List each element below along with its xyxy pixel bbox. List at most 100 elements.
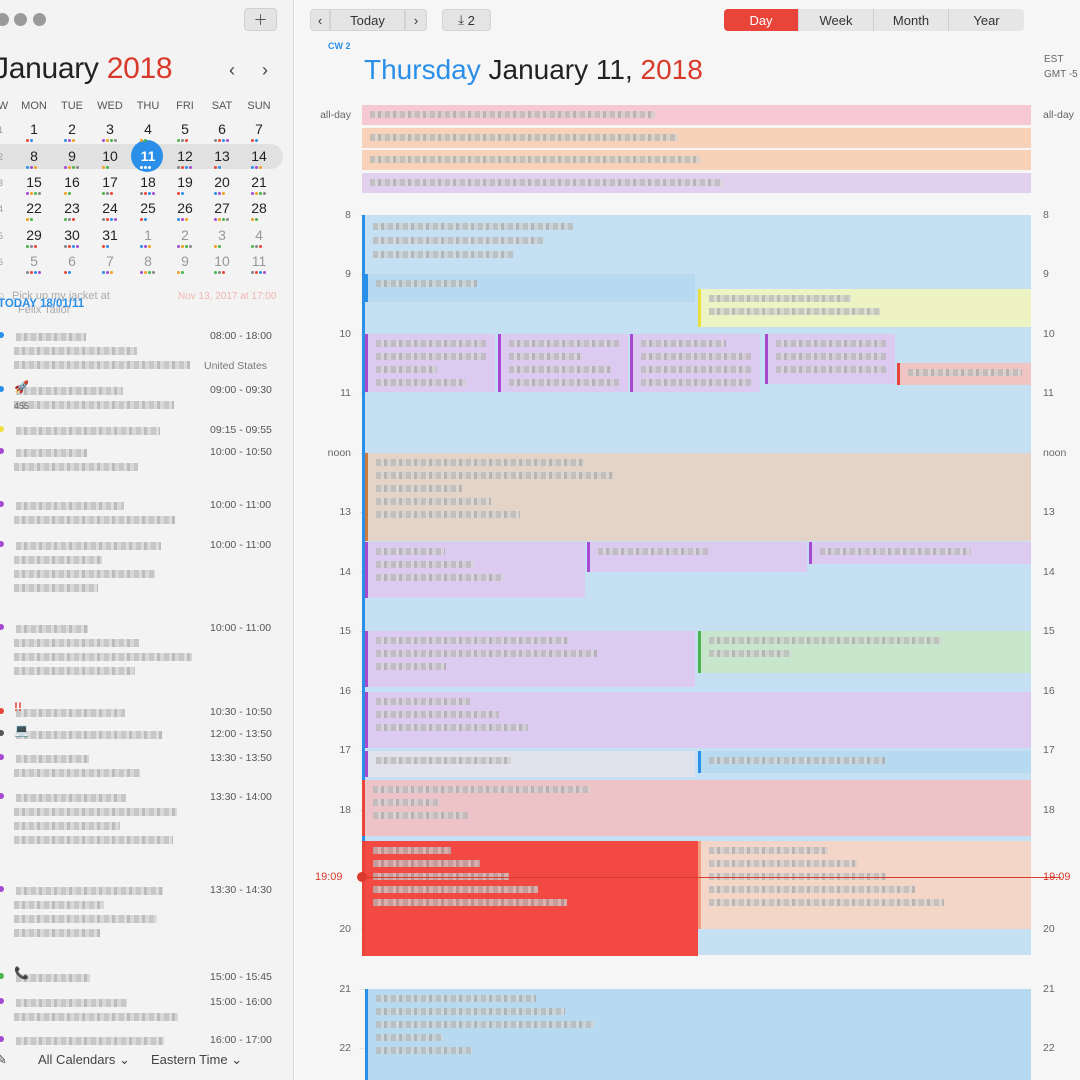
day-cell[interactable]: 17: [91, 174, 129, 190]
today-button[interactable]: Today: [330, 9, 405, 31]
day-cell[interactable]: 10: [91, 148, 129, 164]
day-cell[interactable]: 4: [240, 227, 278, 243]
calendars-filter-menu[interactable]: All Calendars ⌄: [38, 1052, 130, 1068]
calendar-event[interactable]: [498, 334, 628, 392]
day-cell[interactable]: 8: [129, 253, 167, 269]
minimize-window-button[interactable]: [14, 13, 27, 26]
day-cell[interactable]: 20: [203, 174, 241, 190]
day-cell[interactable]: 3: [203, 227, 241, 243]
calendar-event[interactable]: [698, 631, 1031, 673]
view-tab-month[interactable]: Month: [874, 9, 949, 31]
calendar-event[interactable]: [698, 751, 1031, 773]
inbox-button[interactable]: ⤓ 2: [442, 9, 491, 31]
calendar-event[interactable]: [809, 542, 1031, 564]
day-cell[interactable]: 15: [15, 174, 53, 190]
blurred-event-text: [16, 1037, 164, 1045]
blurred-event-text: [16, 387, 123, 395]
day-cell[interactable]: 29: [15, 227, 53, 243]
zoom-window-button[interactable]: [33, 13, 46, 26]
weekday-header: SUN: [247, 100, 271, 112]
calendar-event[interactable]: [365, 631, 695, 687]
calendar-event[interactable]: [365, 453, 1031, 541]
day-cell[interactable]: 1: [129, 227, 167, 243]
previous-day-button[interactable]: ‹: [310, 9, 330, 31]
calendar-event[interactable]: [698, 289, 1031, 327]
day-cell[interactable]: 4: [129, 121, 167, 137]
day-cell[interactable]: 30: [53, 227, 91, 243]
mini-calendar-title: January 2018: [0, 52, 173, 86]
event-time: 09:15 - 09:55: [210, 424, 272, 436]
day-cell[interactable]: 28: [240, 200, 278, 216]
day-cell[interactable]: 1: [15, 121, 53, 137]
next-month-button[interactable]: ›: [262, 60, 268, 81]
previous-month-button[interactable]: ‹: [229, 60, 235, 81]
hour-label: 11: [340, 387, 351, 399]
day-cell[interactable]: 24: [91, 200, 129, 216]
day-cell[interactable]: 27: [203, 200, 241, 216]
all-day-event[interactable]: [362, 150, 1031, 170]
day-cell[interactable]: 3: [91, 121, 129, 137]
calendar-event[interactable]: [698, 841, 1031, 929]
day-cell[interactable]: 21: [240, 174, 278, 190]
timezone-menu[interactable]: Eastern Time ⌄: [151, 1052, 242, 1068]
calendar-week-label: CW 2: [328, 41, 351, 51]
event-dots: [64, 271, 71, 274]
day-cell[interactable]: 10: [203, 253, 241, 269]
day-cell[interactable]: 6: [53, 253, 91, 269]
calendar-event[interactable]: [365, 989, 1031, 1080]
day-cell[interactable]: 5: [15, 253, 53, 269]
day-cell[interactable]: 13: [203, 148, 241, 164]
calendar-event[interactable]: [365, 751, 695, 777]
add-event-button[interactable]: ＋: [244, 8, 277, 31]
calendar-event[interactable]: [362, 841, 698, 956]
timezone-indicator[interactable]: EST GMT -5: [1044, 52, 1078, 82]
all-day-event[interactable]: [362, 128, 1031, 148]
all-day-event[interactable]: [362, 105, 1031, 125]
day-cell[interactable]: 23: [53, 200, 91, 216]
day-cell[interactable]: 9: [53, 148, 91, 164]
day-cell[interactable]: 11: [240, 253, 278, 269]
day-cell[interactable]: 26: [166, 200, 204, 216]
day-cell[interactable]: 11: [129, 148, 167, 164]
view-tab-day[interactable]: Day: [724, 9, 799, 31]
day-cell[interactable]: 6: [203, 121, 241, 137]
calendar-event[interactable]: [365, 334, 495, 392]
all-day-event[interactable]: [362, 173, 1031, 193]
event-dots: [64, 218, 75, 221]
calendar-event[interactable]: [587, 542, 807, 572]
day-cell[interactable]: 22: [15, 200, 53, 216]
compose-icon[interactable]: ✎: [0, 1052, 7, 1068]
calendar-event[interactable]: [365, 542, 585, 598]
day-cell[interactable]: 16: [53, 174, 91, 190]
blurred-event-text: [509, 353, 582, 360]
calendar-event[interactable]: [630, 334, 760, 392]
day-cell[interactable]: 2: [53, 121, 91, 137]
calendar-event[interactable]: [362, 780, 1031, 836]
day-cell[interactable]: 25: [129, 200, 167, 216]
view-tab-week[interactable]: Week: [799, 9, 874, 31]
calendar-event[interactable]: [365, 274, 695, 302]
calendar-event[interactable]: [765, 334, 895, 384]
day-title-weekday: Thursday: [364, 54, 481, 85]
day-cell[interactable]: 18: [129, 174, 167, 190]
calendar-event[interactable]: [897, 363, 1031, 385]
day-cell[interactable]: 31: [91, 227, 129, 243]
event-time: 13:30 - 13:50: [210, 752, 272, 764]
next-day-button[interactable]: ›: [405, 9, 427, 31]
day-cell[interactable]: 2: [166, 227, 204, 243]
day-cell[interactable]: 14: [240, 148, 278, 164]
day-cell[interactable]: 9: [166, 253, 204, 269]
day-cell[interactable]: 8: [15, 148, 53, 164]
day-cell[interactable]: 19: [166, 174, 204, 190]
day-cell[interactable]: 5: [166, 121, 204, 137]
day-cell[interactable]: 7: [240, 121, 278, 137]
blurred-event-text: [16, 709, 125, 717]
blurred-event-text: [376, 548, 445, 555]
close-window-button[interactable]: [0, 13, 9, 26]
day-title-year: 2018: [640, 54, 703, 85]
calendar-event[interactable]: [365, 692, 1031, 748]
view-tab-year[interactable]: Year: [949, 9, 1024, 31]
day-cell[interactable]: 12: [166, 148, 204, 164]
day-cell[interactable]: 7: [91, 253, 129, 269]
event-time: 12:00 - 13:50: [210, 728, 272, 740]
